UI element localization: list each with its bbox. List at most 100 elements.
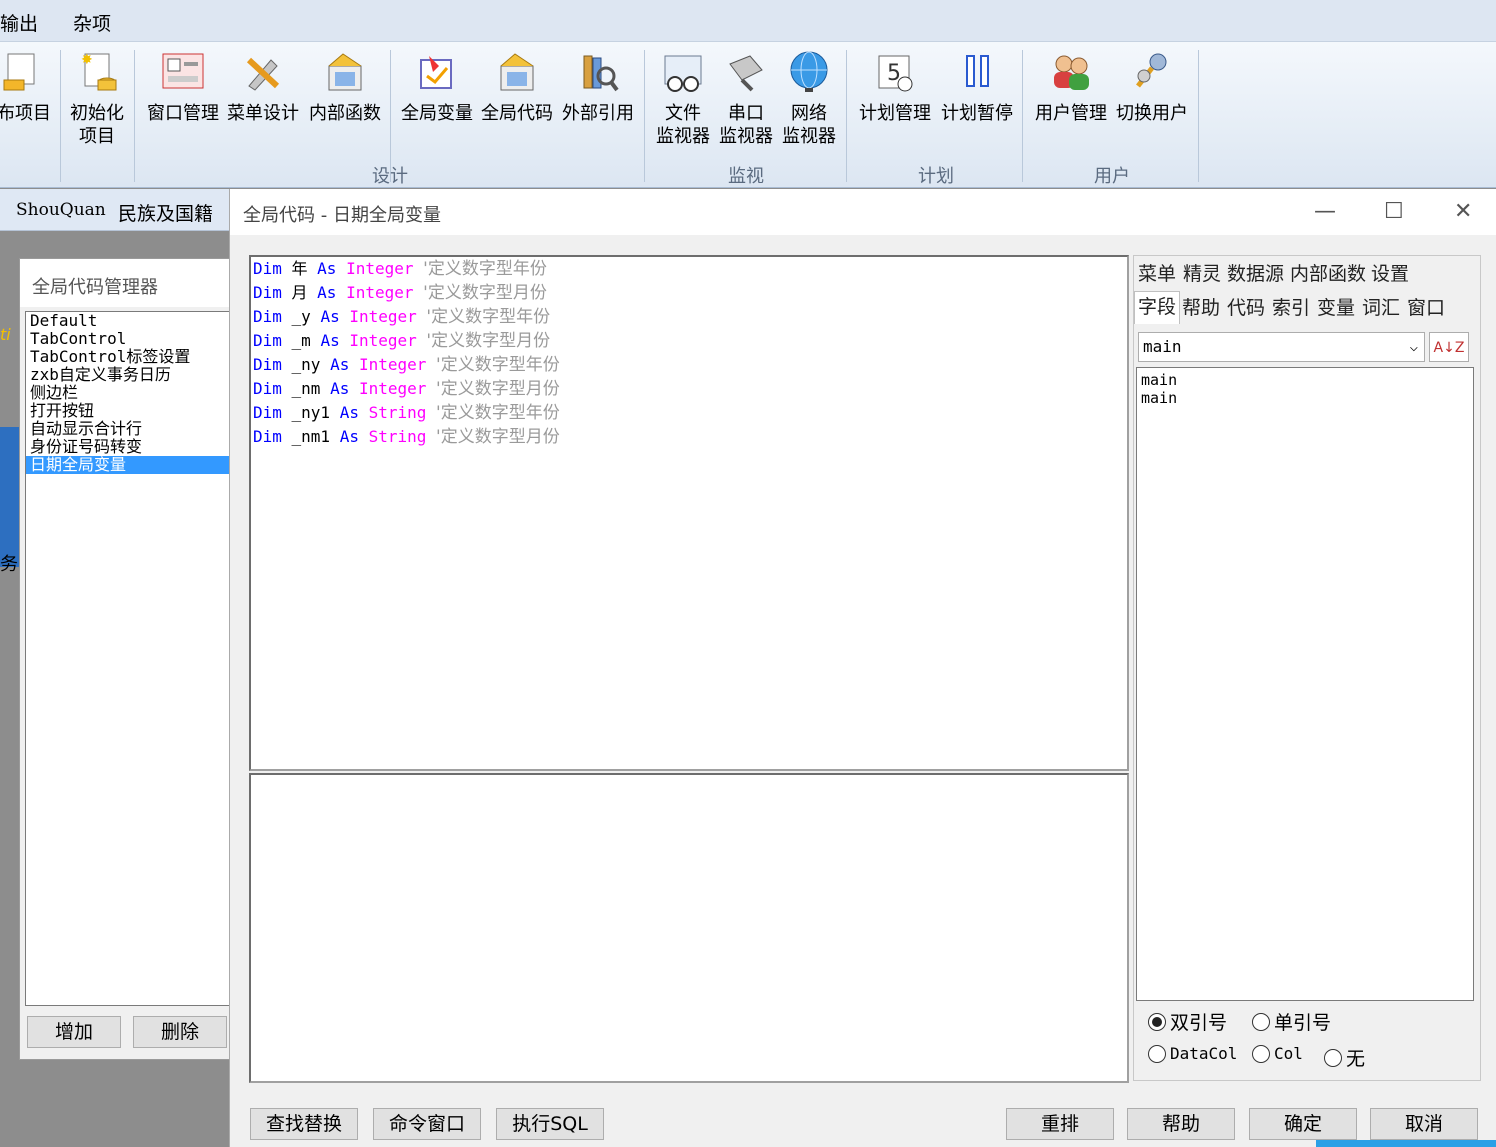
file-monitor-icon	[661, 50, 705, 94]
ribbon-button-global-variable[interactable]: 全局变量	[398, 50, 476, 125]
code-identifier: _nm1	[291, 427, 340, 446]
radio-label: 单引号	[1274, 1012, 1332, 1034]
list-item[interactable]: TabControl标签设置	[26, 348, 241, 366]
menu-output[interactable]: 输出	[0, 9, 38, 36]
cancel-button[interactable]: 取消	[1370, 1108, 1478, 1140]
global-code-manager-window: 全局代码管理器 Default TabControl TabControl标签设…	[19, 258, 242, 1060]
radio-col[interactable]: Col	[1252, 1044, 1303, 1063]
ribbon-separator	[644, 50, 645, 182]
ribbon-label: 外部引用	[562, 103, 634, 124]
tab-variables[interactable]: 变量	[1314, 293, 1358, 323]
menu-misc[interactable]: 杂项	[73, 9, 111, 36]
ribbon-label: 网络 监视器	[782, 103, 836, 147]
menu-bar: 输出 杂项	[0, 0, 1496, 42]
ribbon-button-file-monitor[interactable]: 文件 监视器	[652, 50, 714, 148]
code-type: String	[368, 427, 437, 446]
add-button[interactable]: 增加	[27, 1016, 121, 1048]
ribbon-button-serial-monitor[interactable]: 串口 监视器	[715, 50, 777, 148]
close-icon[interactable]: ✕	[1454, 199, 1472, 224]
list-item-selected[interactable]: 日期全局变量	[26, 456, 241, 474]
ribbon-button-schedule-pause[interactable]: 计划暂停	[938, 50, 1016, 125]
ribbon-label: 初始化 项目	[70, 103, 124, 147]
tab-window[interactable]: 窗口	[1404, 293, 1448, 323]
tab-code[interactable]: 代码	[1224, 293, 1268, 323]
sort-button[interactable]: A↓Z	[1429, 332, 1469, 362]
manager-code-list[interactable]: Default TabControl TabControl标签设置 zxb自定义…	[25, 311, 242, 1006]
internal-function-icon	[323, 50, 367, 94]
list-item[interactable]: 身份证号码转变	[26, 438, 241, 456]
code-identifier: _nm	[291, 379, 331, 398]
ribbon-button-menu-design[interactable]: 菜单设计	[224, 50, 302, 125]
tab-shouquan[interactable]: ShouQuan	[16, 200, 106, 220]
maximize-icon[interactable]: ☐	[1384, 199, 1404, 224]
find-replace-button[interactable]: 查找替换	[250, 1108, 358, 1140]
code-comment: '定义数字型月份	[436, 427, 560, 447]
code-editor[interactable]: Dim 年 As Integer '定义数字型年份 Dim 月 As Intege…	[249, 255, 1129, 771]
list-item[interactable]: zxb自定义事务日历	[26, 366, 241, 384]
tab-help[interactable]: 帮助	[1179, 293, 1223, 323]
ok-button[interactable]: 确定	[1249, 1108, 1357, 1140]
list-item[interactable]: 打开按钮	[26, 402, 241, 420]
ribbon-button-init-project[interactable]: ✸ 初始化 项目	[66, 50, 128, 148]
output-pane[interactable]	[249, 773, 1129, 1083]
serial-monitor-icon	[724, 50, 768, 94]
list-item[interactable]: main	[1141, 389, 1469, 407]
radio-single-quote[interactable]: 单引号	[1252, 1008, 1331, 1035]
background-text-fragment: ti	[0, 325, 11, 344]
code-keyword: Dim	[253, 355, 292, 374]
code-comment: '定义数字型年份	[436, 403, 560, 423]
ribbon-button-window-manage[interactable]: 窗口管理	[144, 50, 222, 125]
radio-double-quote[interactable]: 双引号	[1148, 1008, 1227, 1035]
command-window-button[interactable]: 命令窗口	[373, 1108, 481, 1140]
radio-indicator	[1148, 1012, 1166, 1031]
list-item[interactable]: 自动显示合计行	[26, 420, 241, 438]
dialog-titlebar: 全局代码 - 日期全局变量 — ☐ ✕	[230, 189, 1496, 235]
global-code-icon	[495, 50, 539, 94]
code-line: Dim 年 As Integer '定义数字型年份	[251, 257, 1127, 281]
ribbon: 布项目 ✸ 初始化 项目 窗口管理 菜单设计 内部函数 全局变量 全局代码 外部…	[0, 42, 1496, 188]
ribbon-button-internal-function[interactable]: 内部函数	[306, 50, 384, 125]
ribbon-button-user-manage[interactable]: 用户管理	[1032, 50, 1110, 125]
ribbon-button-switch-user[interactable]: 切换用户	[1112, 50, 1192, 125]
ribbon-label: 全局变量	[401, 103, 473, 124]
user-manage-icon	[1049, 50, 1093, 94]
delete-button[interactable]: 删除	[133, 1016, 227, 1048]
radio-datacol[interactable]: DataCol	[1148, 1044, 1237, 1063]
ribbon-button-external-reference[interactable]: 外部引用	[559, 50, 637, 125]
ribbon-button-network-monitor[interactable]: 网络 监视器	[778, 50, 840, 148]
ribbon-label: 内部函数	[309, 103, 381, 124]
tab-vocabulary[interactable]: 词汇	[1359, 293, 1403, 323]
ribbon-separator	[60, 50, 61, 182]
ribbon-button-global-code[interactable]: 全局代码	[478, 50, 556, 125]
ribbon-label: 计划管理	[859, 103, 931, 124]
ribbon-button-publish-project[interactable]: 布项目	[0, 50, 54, 125]
field-list[interactable]: main main	[1136, 367, 1474, 1001]
list-item[interactable]: 侧边栏	[26, 384, 241, 402]
list-item[interactable]: TabControl	[26, 330, 241, 348]
tab-datasource[interactable]: 数据源	[1224, 259, 1287, 289]
tab-wizard[interactable]: 精灵	[1180, 259, 1224, 289]
tab-settings[interactable]: 设置	[1368, 259, 1412, 289]
tab-index[interactable]: 索引	[1269, 293, 1313, 323]
tab-fields[interactable]: 字段	[1134, 291, 1181, 324]
table-select[interactable]: main ⌵	[1138, 332, 1425, 362]
tab-nationality[interactable]: 民族及国籍	[118, 199, 213, 226]
ribbon-button-schedule-manage[interactable]: 5 计划管理	[856, 50, 934, 125]
list-item[interactable]: Default	[26, 312, 241, 330]
tab-menu[interactable]: 菜单	[1135, 259, 1179, 289]
code-comment: '定义数字型月份	[436, 379, 560, 399]
code-identifier: _m	[291, 331, 321, 350]
ribbon-label: 布项目	[0, 103, 51, 124]
code-type: Integer	[349, 307, 427, 326]
code-keyword: Dim	[253, 283, 292, 302]
code-line: Dim _ny1 As String '定义数字型年份	[251, 401, 1127, 425]
minimize-icon[interactable]: —	[1314, 199, 1336, 224]
list-item[interactable]: main	[1141, 371, 1469, 389]
tab-internal-function[interactable]: 内部函数	[1287, 259, 1369, 289]
ribbon-group-user: 用户	[1094, 166, 1130, 187]
help-button[interactable]: 帮助	[1127, 1108, 1235, 1140]
code-keyword: Dim	[253, 307, 292, 326]
execute-sql-button[interactable]: 执行SQL	[496, 1108, 604, 1140]
reorder-button[interactable]: 重排	[1006, 1108, 1114, 1140]
radio-none[interactable]: 无	[1324, 1044, 1365, 1071]
